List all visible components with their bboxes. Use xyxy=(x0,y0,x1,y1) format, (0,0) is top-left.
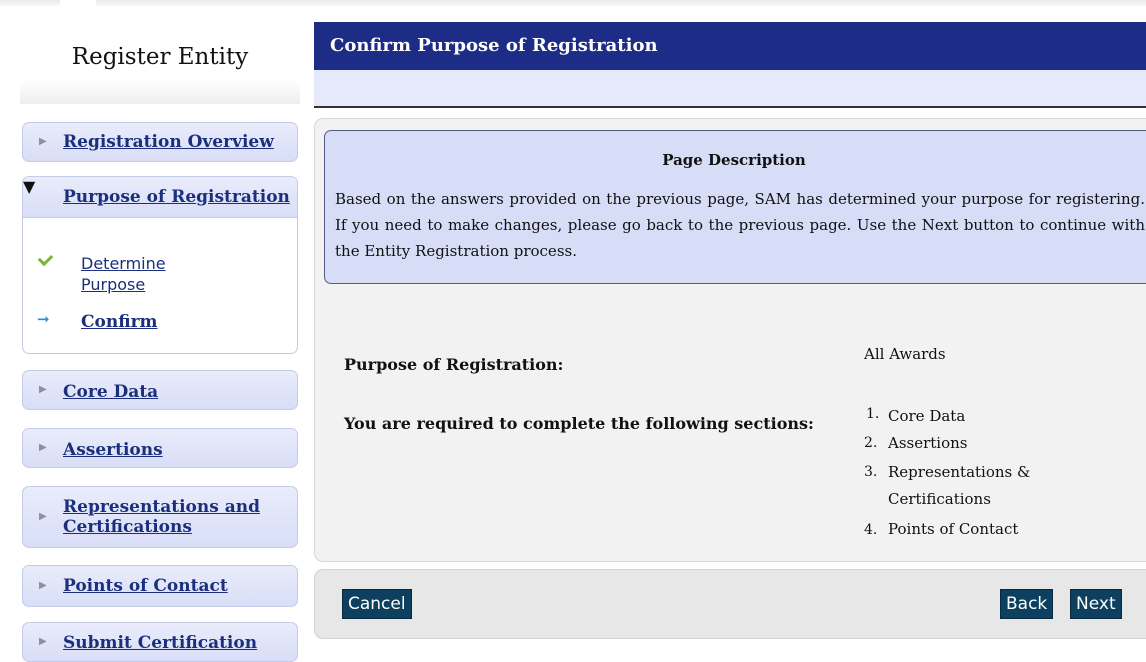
sidebar-item-purpose-header[interactable]: ▼ Purpose of Registration xyxy=(23,177,297,218)
section-item: Core Data xyxy=(888,407,966,425)
section-number: 3. xyxy=(864,464,878,480)
arrow-right-icon: ➞ xyxy=(37,310,50,328)
sidebar-item-purpose-of-registration: ▼ Purpose of Registration Determine Purp… xyxy=(22,176,298,354)
page-header: Confirm Purpose of Registration xyxy=(314,22,1146,70)
triangle-right-icon: ▶ xyxy=(39,384,47,395)
triangle-right-icon: ▶ xyxy=(39,442,47,453)
sidebar-link-purpose-of-registration[interactable]: Purpose of Registration xyxy=(63,187,290,207)
sidebar-link-registration-overview[interactable]: Registration Overview xyxy=(63,132,274,152)
triangle-down-icon: ▼ xyxy=(23,177,36,196)
sidebar-item-points-of-contact[interactable]: ▶ Points of Contact xyxy=(22,565,298,607)
sidebar-link-assertions[interactable]: Assertions xyxy=(63,440,163,460)
triangle-right-icon: ▶ xyxy=(39,580,47,591)
next-button[interactable]: Next xyxy=(1070,589,1122,619)
sidebar-item-registration-overview[interactable]: ▶ Registration Overview xyxy=(22,122,298,162)
section-item: Points of Contact xyxy=(888,520,1019,538)
sidebar-item-submit-certification[interactable]: ▶ Submit Certification xyxy=(22,622,298,662)
section-number: 2. xyxy=(864,435,878,451)
sidebar-header: Register Entity xyxy=(20,22,300,104)
triangle-right-icon: ▶ xyxy=(39,511,47,522)
check-icon xyxy=(37,250,54,267)
triangle-right-icon: ▶ xyxy=(39,136,47,147)
sidebar-link-core-data[interactable]: Core Data xyxy=(63,382,158,402)
purpose-label: Purpose of Registration: xyxy=(344,355,564,374)
triangle-right-icon: ▶ xyxy=(39,636,47,647)
page-description-box: Page Description Based on the answers pr… xyxy=(324,130,1146,284)
sections-label: You are required to complete the followi… xyxy=(344,414,814,433)
sidebar-item-core-data[interactable]: ▶ Core Data xyxy=(22,370,298,410)
sidebar-title: Register Entity xyxy=(71,44,249,70)
back-button[interactable]: Back xyxy=(1000,589,1054,619)
page-description-text: Based on the answers provided on the pre… xyxy=(335,190,1145,260)
page-title: Confirm Purpose of Registration xyxy=(330,35,658,56)
sidebar-link-points-of-contact[interactable]: Points of Contact xyxy=(63,576,228,596)
section-number: 1. xyxy=(866,406,880,422)
sidebar-subitem-confirm[interactable]: Confirm xyxy=(81,312,158,332)
section-number: 4. xyxy=(864,522,878,538)
section-item-continued: Certifications xyxy=(888,490,991,508)
page-description-title: Page Description xyxy=(662,151,806,169)
top-shade xyxy=(0,0,1146,6)
sidebar-item-assertions[interactable]: ▶ Assertions xyxy=(22,428,298,468)
sidebar-link-representations[interactable]: Representations and Certifications xyxy=(63,497,283,537)
sidebar-subitem-determine-purpose[interactable]: Determine Purpose xyxy=(81,253,211,295)
purpose-value: All Awards xyxy=(864,345,946,363)
cancel-button[interactable]: Cancel xyxy=(342,589,412,619)
section-item: Assertions xyxy=(888,434,968,452)
section-item: Representations & xyxy=(888,463,1031,481)
sidebar-link-submit-certification[interactable]: Submit Certification xyxy=(63,633,257,653)
page-subheader-bar xyxy=(314,70,1146,108)
sidebar-item-representations[interactable]: ▶ Representations and Certifications xyxy=(22,486,298,548)
